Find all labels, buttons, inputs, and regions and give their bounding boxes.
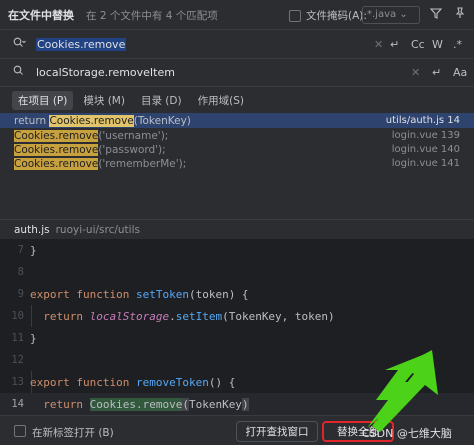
file-mask-label: 文件掩码(A): [306, 10, 367, 22]
match-case-toggle[interactable]: Cc [411, 38, 425, 51]
file-name: auth.js [14, 223, 50, 236]
code-line: 11 } [11, 331, 37, 345]
file-mask-checkbox[interactable] [289, 9, 301, 22]
filter-icon[interactable] [429, 7, 443, 22]
tab-project[interactable]: 在项目 (P) [12, 91, 74, 110]
result-row[interactable]: Cookies.remove('rememberMe'); login.vue … [0, 156, 474, 171]
divider [0, 86, 474, 87]
search-row: Cookies.remove ✕ ↵ Cc W .* [0, 30, 474, 58]
match-highlight: Cookies.remove [14, 129, 99, 142]
code-line-current: 14 return Cookies.remove(TokenKey) [0, 393, 474, 415]
search-icon[interactable] [13, 37, 26, 51]
replace-row: localStorage.removeItem ✕ ↵ Aa [0, 58, 474, 86]
result-location: login.vue 139 [391, 130, 460, 141]
new-tab-label: 在新标签打开 (B) [32, 427, 114, 439]
code-line: 7 } [17, 243, 37, 257]
open-find-window-button[interactable]: 打开查找窗口 [236, 421, 318, 442]
preserve-case-toggle[interactable]: Aa [453, 66, 467, 79]
code-line: 13 export function removeToken() { [11, 375, 236, 389]
clear-search-icon[interactable]: ✕ [374, 38, 383, 51]
match-highlight: Cookies.remove [14, 143, 99, 156]
result-location: login.vue 141 [391, 158, 460, 169]
code-line: 8 [17, 266, 24, 278]
file-mask-input[interactable]: *.java ⌄ [362, 6, 420, 24]
result-location: login.vue 140 [391, 144, 460, 155]
code-line: 10 return localStorage.setItem(TokenKey,… [11, 309, 335, 323]
code-preview[interactable]: 7 } 8 9 export function setToken(token) … [0, 239, 474, 415]
file-path: ruoyi-ui/src/utils [55, 223, 140, 236]
replace-input[interactable]: localStorage.removeItem [36, 66, 175, 79]
result-location: utils/auth.js 14 [385, 115, 460, 126]
match-highlight: Cookies.remove [49, 114, 134, 127]
dialog-title: 在文件中替换 [8, 9, 74, 22]
regex-toggle[interactable]: .* [453, 38, 462, 51]
tab-scope[interactable]: 作用域(S) [192, 91, 250, 110]
whole-word-toggle[interactable]: W [432, 38, 443, 51]
match-highlight: Cookies.remove [14, 157, 99, 170]
search-input[interactable]: Cookies.remove [36, 37, 127, 51]
file-mask-toggle[interactable]: 文件掩码(A): [289, 8, 367, 23]
code-line: 12 [11, 354, 24, 366]
result-row[interactable]: Cookies.remove('password'); login.vue 14… [0, 142, 474, 157]
result-row[interactable]: return Cookies.remove(TokenKey) utils/au… [0, 113, 474, 128]
replace-icon[interactable] [13, 65, 26, 79]
pin-icon[interactable] [454, 7, 466, 22]
watermark: CSDN @七维大脑 [362, 427, 452, 440]
new-line-icon[interactable]: ↵ [432, 66, 441, 79]
match-summary: 在 2 个文件中有 4 个匹配项 [86, 9, 218, 22]
scope-tabs: 在项目 (P) 模块 (M) 目录 (D) 作用域(S) [12, 91, 254, 110]
tab-module[interactable]: 模块 (M) [77, 91, 131, 110]
new-tab-checkbox[interactable] [14, 425, 26, 437]
new-line-icon[interactable]: ↵ [390, 38, 399, 51]
preview-file-header: auth.js ruoyi-ui/src/utils [0, 219, 474, 239]
result-row[interactable]: Cookies.remove('username'); login.vue 13… [0, 128, 474, 143]
tab-directory[interactable]: 目录 (D) [135, 91, 188, 110]
clear-replace-icon[interactable]: ✕ [411, 66, 420, 79]
dialog-footer: 在新标签打开 (B) 打开查找窗口 替换全部 CSDN @七维大脑 [0, 415, 474, 445]
code-line: 9 export function setToken(token) { [17, 287, 249, 301]
